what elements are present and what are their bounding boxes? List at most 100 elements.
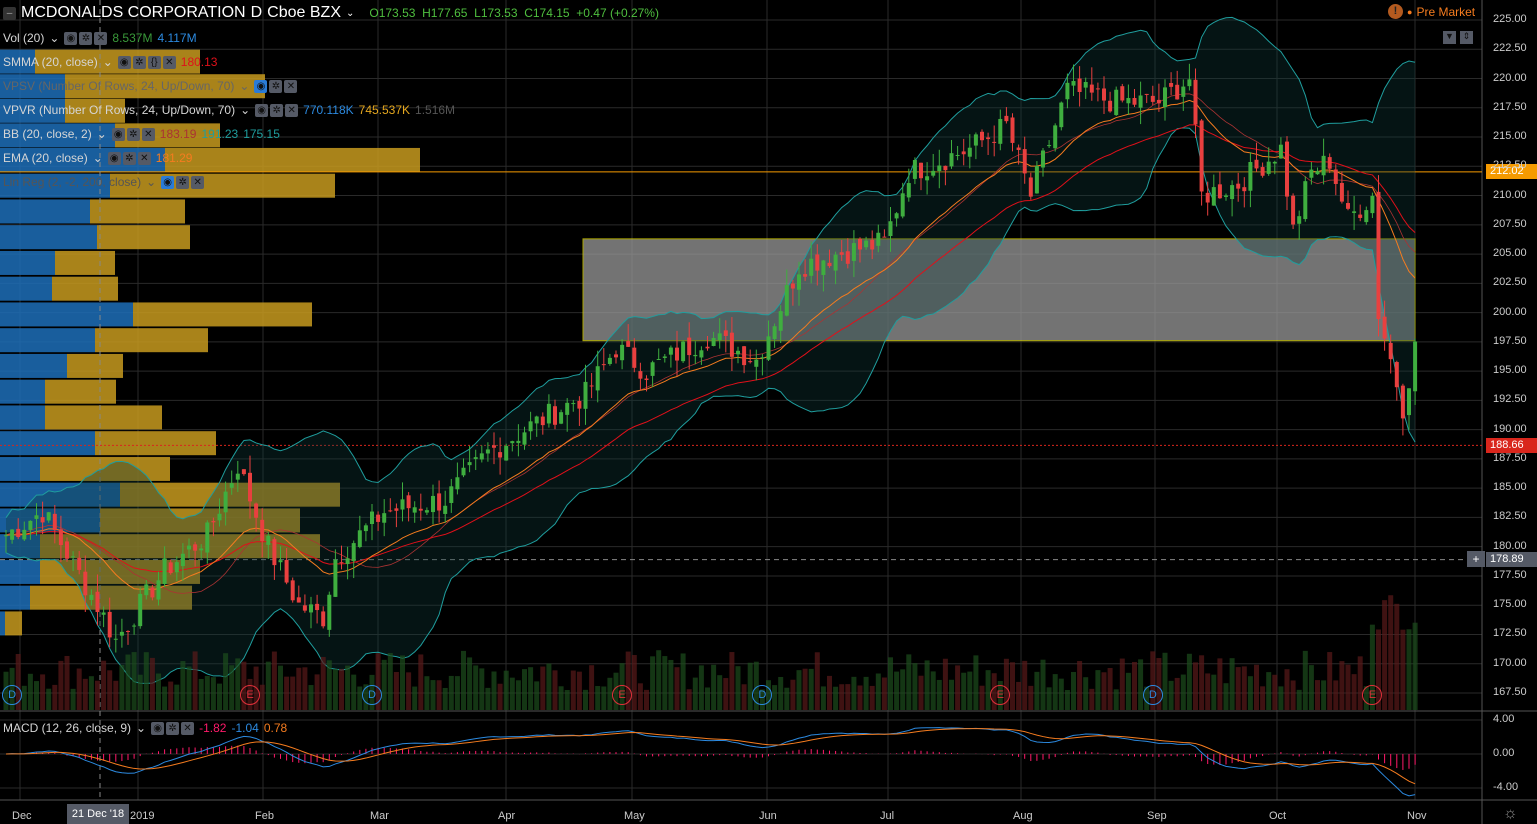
symbol-name[interactable]: MCDONALDS CORPORATION bbox=[21, 4, 246, 22]
candle-body bbox=[1199, 120, 1204, 192]
legend-vpsv[interactable]: VPSV (Number Of Rows, 24, Up/Down, 70) ⌄ ◉… bbox=[3, 79, 298, 93]
volume-bar bbox=[570, 670, 576, 710]
dividend-marker[interactable]: D bbox=[2, 685, 23, 705]
gear-icon[interactable]: ✲ bbox=[269, 79, 283, 93]
volume-profile-up-bar bbox=[0, 302, 133, 327]
earnings-marker[interactable]: E bbox=[240, 685, 260, 705]
close-icon[interactable]: ✕ bbox=[141, 127, 155, 141]
vpvr-label[interactable]: VPVR (Number Of Rows, 24, Up/Down, 70) bbox=[3, 103, 235, 117]
candle-body bbox=[1193, 79, 1198, 125]
bb-label[interactable]: BB (20, close, 2) bbox=[3, 127, 92, 141]
price-tick-label: 207.50 bbox=[1493, 217, 1527, 230]
legend-smma[interactable]: SMMA (20, close) ⌄ ◉ ✲{} ✕ 180.13 bbox=[3, 55, 217, 69]
earnings-marker[interactable]: E bbox=[612, 685, 633, 705]
eye-off-icon[interactable]: ◉ bbox=[161, 175, 175, 189]
gear-icon[interactable]: ✲ bbox=[132, 55, 146, 69]
volume-bar bbox=[229, 665, 235, 710]
source-code-icon[interactable]: {} bbox=[147, 55, 161, 69]
eye-off-icon[interactable]: ◉ bbox=[254, 79, 268, 93]
candle-body bbox=[339, 562, 344, 564]
eye-icon[interactable]: ◉ bbox=[64, 31, 78, 45]
volume-bar bbox=[448, 675, 454, 710]
volume-bar bbox=[204, 675, 210, 710]
candle-body bbox=[34, 515, 39, 519]
vpsv-label[interactable]: VPSV (Number Of Rows, 24, Up/Down, 70) bbox=[3, 79, 234, 93]
exchange[interactable]: Cboe BZX bbox=[267, 4, 341, 22]
volume-bar bbox=[1028, 685, 1034, 710]
candle-body bbox=[1376, 191, 1381, 320]
gear-icon[interactable]: ✲ bbox=[122, 151, 136, 165]
gear-icon[interactable]: ✲ bbox=[176, 175, 190, 189]
close-icon[interactable]: ✕ bbox=[181, 721, 195, 735]
candle-body bbox=[644, 378, 649, 381]
pre-market-badge[interactable]: ! ● Pre Market bbox=[1388, 4, 1475, 19]
candle-body bbox=[205, 522, 210, 553]
smma-label[interactable]: SMMA (20, close) bbox=[3, 55, 98, 69]
legend-vol[interactable]: Vol (20) ⌄ ◉ ✲ ✕ 8.537M 4.117M bbox=[3, 31, 197, 45]
linreg-label[interactable]: Lin Reg (2, -2, 200, close) bbox=[3, 175, 141, 189]
eye-icon[interactable]: ◉ bbox=[107, 151, 121, 165]
interval[interactable]: D bbox=[251, 4, 263, 22]
close-icon[interactable]: ✕ bbox=[94, 31, 108, 45]
vol-label[interactable]: Vol (20) bbox=[3, 31, 44, 45]
close-icon[interactable]: ✕ bbox=[285, 103, 299, 117]
legend-macd[interactable]: MACD (12, 26, close, 9) ⌄ ◉ ✲ ✕ -1.82 -1.04 0.7… bbox=[3, 721, 287, 735]
close-icon[interactable]: ✕ bbox=[284, 79, 298, 93]
candle-body bbox=[1388, 342, 1393, 360]
candle-body bbox=[705, 346, 710, 349]
legend-ema[interactable]: EMA (20, close) ⌄ ◉ ✲ ✕ 181.29 bbox=[3, 151, 192, 165]
candle-body bbox=[607, 357, 612, 364]
collapse-pane-icon[interactable]: ▼ bbox=[1443, 31, 1456, 44]
crosshair-price-tag: 178.89 bbox=[1486, 552, 1537, 567]
ema-label[interactable]: EMA (20, close) bbox=[3, 151, 88, 165]
price-tick-label: 212.50 bbox=[1493, 159, 1527, 172]
volume-bar bbox=[339, 668, 344, 710]
volume-bar bbox=[198, 678, 204, 710]
volume-bar bbox=[34, 681, 39, 710]
add-alert-icon[interactable]: + bbox=[1467, 551, 1485, 567]
eye-icon[interactable]: ◉ bbox=[255, 103, 269, 117]
eye-icon[interactable]: ◉ bbox=[111, 127, 125, 141]
volume-bar bbox=[308, 685, 314, 710]
eye-icon[interactable]: ◉ bbox=[151, 721, 165, 735]
legend-linreg[interactable]: Lin Reg (2, -2, 200, close) ⌄ ◉ ✲ ✕ bbox=[3, 175, 205, 189]
candle-body bbox=[662, 356, 667, 358]
legend-vpvr[interactable]: VPVR (Number Of Rows, 24, Up/Down, 70) ⌄ ◉… bbox=[3, 103, 455, 117]
macd-label[interactable]: MACD (12, 26, close, 9) bbox=[3, 721, 131, 735]
gear-icon[interactable]: ✲ bbox=[166, 721, 180, 735]
candle-body bbox=[528, 421, 533, 432]
volume-bar bbox=[1400, 629, 1406, 710]
eye-icon[interactable]: ◉ bbox=[117, 55, 131, 69]
gear-icon[interactable]: ✲ bbox=[79, 31, 93, 45]
dividend-marker[interactable]: D bbox=[362, 685, 382, 705]
volume-bar bbox=[491, 671, 497, 710]
settings-icon[interactable]: ☼ bbox=[1503, 805, 1518, 823]
candle-body bbox=[412, 507, 417, 513]
volume-bar bbox=[1107, 668, 1113, 710]
candle-body bbox=[870, 239, 875, 250]
volume-bar bbox=[27, 673, 33, 710]
candle-body bbox=[675, 347, 679, 361]
candle-body bbox=[1047, 145, 1052, 147]
volume-bar bbox=[461, 650, 466, 710]
chevron-down-icon[interactable]: ⌄ bbox=[346, 8, 354, 19]
close-icon[interactable]: ✕ bbox=[191, 175, 205, 189]
close-icon[interactable]: ✕ bbox=[162, 55, 176, 69]
gear-icon[interactable]: ✲ bbox=[126, 127, 140, 141]
candle-body bbox=[46, 512, 51, 521]
dividend-marker[interactable]: D bbox=[1142, 685, 1163, 705]
high-value: H177.65 bbox=[422, 6, 468, 20]
candle-body bbox=[699, 350, 704, 358]
close-icon[interactable]: ✕ bbox=[137, 151, 151, 165]
candle-body bbox=[510, 441, 515, 444]
legend-bb[interactable]: BB (20, close, 2) ⌄ ◉ ✲ ✕ 183.19 191.23 175.15 bbox=[3, 127, 280, 141]
candle-body bbox=[132, 625, 137, 627]
candle bbox=[1053, 123, 1058, 152]
candle-body bbox=[168, 562, 173, 574]
gear-icon[interactable]: ✲ bbox=[270, 103, 284, 117]
candle-body bbox=[1382, 316, 1387, 339]
maximize-pane-icon[interactable]: ⇕ bbox=[1460, 31, 1473, 44]
candle-body bbox=[766, 336, 771, 360]
candle-body bbox=[1102, 88, 1106, 101]
collapse-icon[interactable]: – bbox=[3, 6, 16, 20]
